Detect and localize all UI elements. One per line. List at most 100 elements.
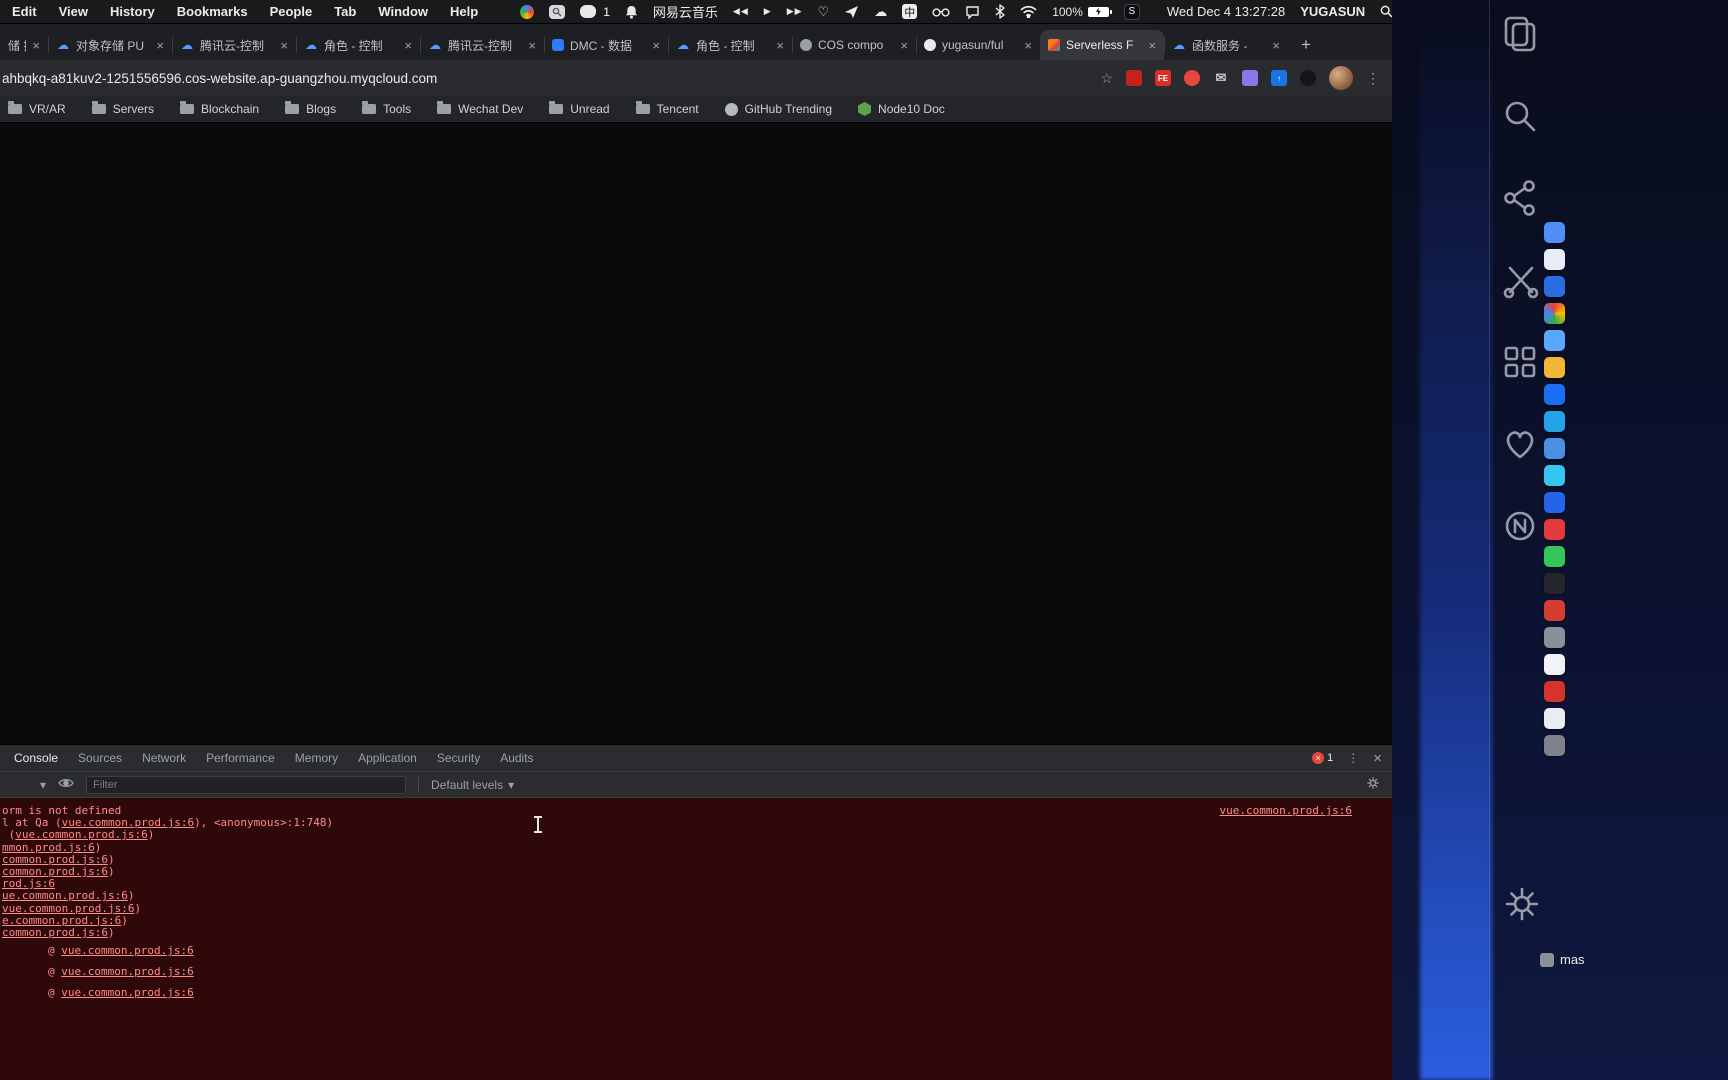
bookmark-item[interactable]: Blogs (285, 101, 336, 116)
browser-tab[interactable]: 储 操 × (0, 30, 48, 60)
console-source-link[interactable]: vue.common.prod.js:6 (2, 902, 134, 915)
music-app-title[interactable]: 网易云音乐 (653, 2, 718, 21)
menu-tab[interactable]: Tab (334, 4, 356, 19)
dock-app-icon[interactable] (1544, 600, 1565, 621)
battery-indicator[interactable]: 100% (1052, 5, 1112, 19)
tab-close-button[interactable]: × (404, 38, 412, 53)
dock-app-icon[interactable] (1544, 249, 1565, 270)
browser-menu-icon[interactable]: ⋮ (1366, 70, 1380, 87)
input-method-icon[interactable]: 中 (902, 4, 918, 19)
wechat-icon[interactable] (580, 5, 597, 18)
bookmark-item[interactable]: Wechat Dev (437, 101, 523, 116)
dock-app-icon[interactable] (1544, 438, 1565, 459)
devtools-tab-security[interactable]: Security (427, 745, 490, 771)
browser-tab[interactable]: Serverless F × (1040, 30, 1164, 60)
ext-dark-circle-icon[interactable] (1300, 70, 1316, 86)
clipboard-icon[interactable] (1500, 14, 1540, 54)
dock-app-icon[interactable] (1544, 384, 1565, 405)
error-indicator[interactable]: × 1 (1312, 752, 1333, 764)
menu-window[interactable]: Window (378, 4, 428, 19)
tab-close-button[interactable]: × (1024, 38, 1032, 53)
ext-fe-icon[interactable]: FE (1155, 70, 1171, 86)
console-source-link[interactable]: vue.common.prod.js:6 (61, 986, 193, 999)
ext-red-circle-icon[interactable] (1184, 70, 1200, 86)
dock-app-icon[interactable] (1544, 627, 1565, 648)
devtools-settings-icon[interactable] (1366, 776, 1380, 793)
console-source-link[interactable]: common.prod.js:6 (2, 853, 108, 866)
wifi-icon[interactable] (1020, 4, 1037, 20)
tab-close-button[interactable]: × (652, 38, 660, 53)
tab-close-button[interactable]: × (776, 38, 784, 53)
console-source-link[interactable]: ue.common.prod.js:6 (2, 889, 128, 902)
tab-close-button[interactable]: × (280, 38, 288, 53)
browser-tab[interactable]: DMC - 数据 × (544, 30, 668, 60)
dock-app-icon[interactable] (1544, 546, 1565, 567)
console-source-link[interactable]: vue.common.prod.js:6 (1220, 804, 1352, 817)
console-filter-input[interactable] (86, 775, 407, 794)
ext-uploader-icon[interactable]: ↑ (1271, 70, 1287, 86)
devtools-close-icon[interactable]: × (1373, 750, 1382, 767)
bookmark-item[interactable]: Node10 Doc (858, 102, 945, 116)
dock-app-icon[interactable] (1544, 357, 1565, 378)
menu-help[interactable]: Help (450, 4, 478, 19)
log-levels-dropdown[interactable]: Default levels ▾ (431, 778, 514, 792)
dock-app-icon[interactable] (1544, 735, 1565, 756)
bluetooth-icon[interactable] (995, 4, 1005, 20)
dock-app-icon[interactable] (1544, 411, 1565, 432)
chat-bubble-icon[interactable] (965, 4, 980, 20)
browser-tab[interactable]: ☁ 腾讯云-控制 × (172, 30, 296, 60)
media-next-icon[interactable]: ▶▶ (787, 6, 803, 17)
menu-people[interactable]: People (270, 4, 313, 19)
console-source-link[interactable]: mmon.prod.js:6 (2, 841, 95, 854)
ext-mail-icon[interactable]: ✉ (1213, 70, 1229, 86)
devtools-kebab-icon[interactable]: ⋮ (1347, 751, 1359, 765)
browser-tab[interactable]: ☁ 腾讯云-控制 × (420, 30, 544, 60)
console-source-link[interactable]: e.common.prod.js:6 (2, 914, 121, 927)
tab-close-button[interactable]: × (1148, 38, 1156, 53)
record-icon[interactable] (1500, 506, 1540, 546)
devtools-tab-performance[interactable]: Performance (196, 745, 285, 771)
console-source-link[interactable]: rod.js:6 (2, 877, 55, 890)
glasses-icon[interactable] (932, 4, 950, 20)
tab-close-button[interactable]: × (528, 38, 536, 53)
cloud-icon[interactable]: ☁ (874, 4, 887, 20)
mas-item[interactable]: mas (1540, 952, 1585, 967)
console-output[interactable]: orm is not defined vue.common.prod.js:6 l … (0, 798, 1392, 1080)
browser-tab[interactable]: ☁ 函数服务 - × (1164, 30, 1288, 60)
dock-app-icon[interactable] (1544, 492, 1565, 513)
devtools-tab-application[interactable]: Application (348, 745, 427, 771)
bookmark-item[interactable]: Blockchain (180, 101, 259, 116)
paperplane-icon[interactable] (844, 4, 859, 20)
dock-app-icon[interactable] (1544, 573, 1565, 594)
bookmark-item[interactable]: Tools (362, 101, 411, 116)
dock-app-icon[interactable] (1544, 276, 1565, 297)
dock-app-icon[interactable] (1544, 465, 1565, 486)
address-url[interactable]: ahbqkq-a81kuv2-1251556596.cos-website.ap… (2, 71, 1087, 86)
menubar-clock[interactable]: Wed Dec 4 13:27:28 (1167, 4, 1285, 19)
s-app-icon[interactable]: S (1123, 3, 1140, 20)
browser-tab[interactable]: ☁ 角色 - 控制 × (668, 30, 792, 60)
browser-tab[interactable]: yugasun/ful × (916, 30, 1040, 60)
ext-red-square-icon[interactable] (1126, 70, 1142, 86)
dock-app-icon[interactable] (1544, 708, 1565, 729)
console-source-link[interactable]: common.prod.js:6 (2, 865, 108, 878)
page-content[interactable] (0, 123, 1392, 744)
dock-app-icon[interactable] (1544, 654, 1565, 675)
menubar-username[interactable]: YUGASUN (1300, 4, 1365, 19)
menu-bookmarks[interactable]: Bookmarks (177, 4, 248, 19)
devtools-tab-sources[interactable]: Sources (68, 745, 132, 771)
scissors-icon[interactable] (1500, 260, 1540, 300)
menu-history[interactable]: History (110, 4, 155, 19)
bookmark-item[interactable]: VR/AR (8, 101, 66, 116)
bookmark-item[interactable]: Tencent (635, 101, 699, 116)
menu-edit[interactable]: Edit (12, 4, 37, 19)
devtools-tab-memory[interactable]: Memory (285, 745, 348, 771)
dock-app-icon[interactable] (1544, 330, 1565, 351)
heart-icon[interactable] (1500, 424, 1540, 464)
new-tab-button[interactable]: + (1292, 31, 1320, 59)
bell-icon[interactable] (625, 4, 638, 20)
menu-view[interactable]: View (59, 4, 88, 19)
devtools-tab-network[interactable]: Network (132, 745, 196, 771)
console-source-link[interactable]: vue.common.prod.js:6 (61, 965, 193, 978)
devtools-tab-console[interactable]: Console (4, 745, 68, 771)
